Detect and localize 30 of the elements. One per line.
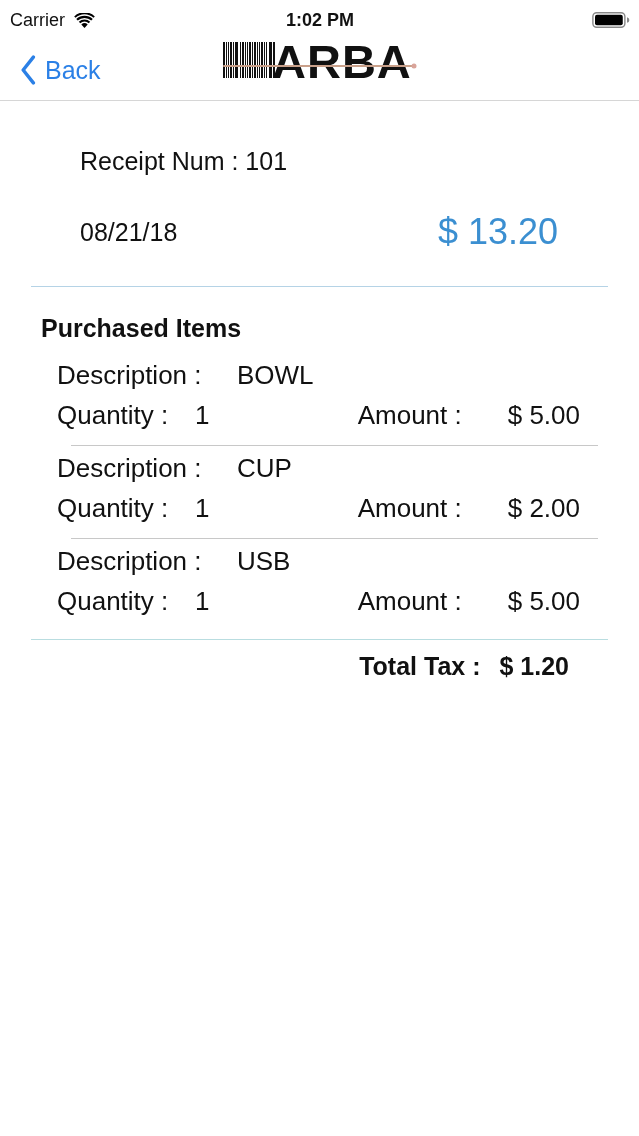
amount-label: Amount :: [357, 399, 463, 431]
quantity-value: 1: [195, 585, 211, 617]
quantity-value: 1: [195, 399, 211, 431]
description-label: Description :: [57, 545, 203, 577]
quantity-label: Quantity :: [57, 585, 170, 617]
total-tax-label: Total Tax :: [359, 651, 481, 681]
amount-label: Amount :: [357, 492, 463, 524]
receipt-number-text: Receipt Num : 101: [80, 146, 288, 176]
section-title: Purchased Items: [41, 313, 242, 343]
back-button[interactable]: Back: [18, 53, 103, 87]
carrier-text: Carrier: [10, 9, 65, 31]
receipt-total-text: $ 13.20: [437, 211, 558, 253]
wifi-icon: [74, 12, 95, 28]
quantity-label: Quantity :: [57, 492, 170, 524]
description-value: BOWL: [237, 359, 314, 391]
amount-label: Amount :: [357, 585, 463, 617]
quantity-value: 1: [195, 492, 211, 524]
battery-icon: [592, 12, 630, 28]
receipt-date-text: 08/21/18: [80, 217, 178, 247]
chevron-left-icon: [20, 55, 36, 85]
description-value: CUP: [237, 452, 292, 484]
time-text: 1:02 PM: [286, 9, 354, 31]
amount-value: $ 2.00: [507, 492, 580, 524]
description-label: Description :: [57, 452, 203, 484]
amount-value: $ 5.00: [507, 399, 580, 431]
total-tax-value: $ 1.20: [499, 651, 569, 681]
description-label: Description :: [57, 359, 203, 391]
amount-value: $ 5.00: [507, 585, 580, 617]
description-value: USB: [237, 545, 291, 577]
quantity-label: Quantity :: [57, 399, 170, 431]
